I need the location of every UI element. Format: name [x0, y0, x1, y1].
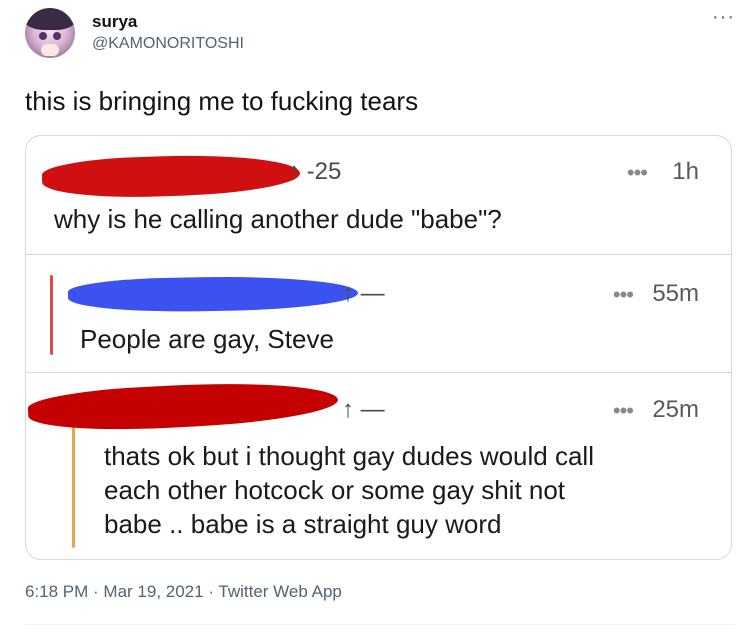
more-dots-icon[interactable]: ···	[712, 6, 735, 29]
comment-time: 55m	[652, 280, 699, 307]
user-handle[interactable]: @KAMONORITOSHI	[92, 35, 244, 53]
comment-3: ↑ — ••• 25m thats ok but i thought gay d…	[26, 372, 731, 559]
comment-text-line-2: each other hotcock or some gay shit not	[104, 475, 566, 505]
embedded-screenshot[interactable]: ↑ -25 ••• 1h why is he calling another d…	[25, 135, 732, 560]
vote-score: ↑ -25	[288, 158, 342, 185]
thread-bar	[50, 275, 53, 355]
avatar-hair	[25, 8, 75, 30]
comment-2: ↑ — ••• 55m People are gay, Steve	[26, 254, 731, 372]
redaction-mark	[67, 274, 359, 314]
options-dots-icon[interactable]: •••	[627, 160, 648, 186]
options-dots-icon[interactable]: •••	[613, 282, 634, 308]
avatar-eye-left	[39, 32, 47, 40]
comment-time: 1h	[672, 158, 699, 185]
avatar-eye-right	[53, 32, 61, 40]
tweet-text: this is bringing me to fucking tears	[25, 86, 419, 116]
thread-bar	[72, 423, 75, 548]
redaction-mark	[27, 376, 339, 436]
comment-text-line-1: thats ok but i thought gay dudes would c…	[104, 441, 594, 471]
comment-text-line-3: babe .. babe is a straight guy word	[104, 509, 502, 539]
divider	[25, 624, 735, 625]
vote-score: ↑ —	[342, 280, 385, 307]
vote-score: ↑ —	[342, 396, 385, 423]
redaction-mark	[41, 151, 301, 201]
comment-1: ↑ -25 ••• 1h why is he calling another d…	[26, 136, 731, 254]
comment-time: 25m	[652, 396, 699, 423]
display-name[interactable]: surya	[92, 12, 137, 32]
avatar-hand	[41, 44, 59, 56]
options-dots-icon[interactable]: •••	[613, 398, 634, 424]
avatar[interactable]	[25, 8, 75, 58]
comment-text: why is he calling another dude "babe"?	[54, 204, 502, 234]
comment-text: People are gay, Steve	[80, 324, 334, 354]
tweet-timestamp[interactable]: 6:18 PM · Mar 19, 2021 · Twitter Web App	[25, 582, 342, 602]
